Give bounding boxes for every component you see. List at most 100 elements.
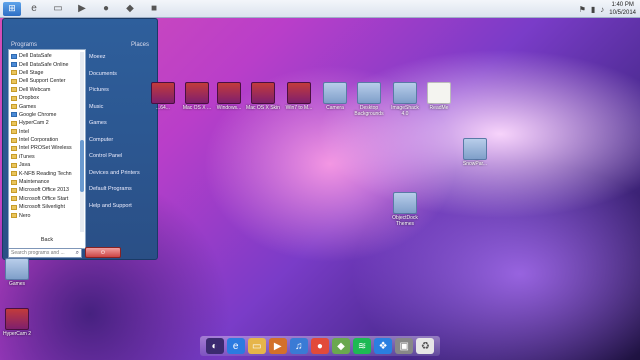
folder-icon [11,120,17,126]
place-item[interactable]: Default Programs [87,181,153,198]
program-item[interactable]: Intel Corporation [11,136,81,144]
doc-icon [427,82,451,104]
back-button[interactable]: Back [11,234,83,246]
start-menu: Programs Places Dell DataSafe Dell DataSa… [2,18,158,260]
desktop-icon[interactable]: Windows... [212,82,246,111]
folder-icon [11,196,17,202]
media-icon: ▶ [78,3,86,14]
place-item[interactable]: Games [87,115,153,132]
folder-icon [323,82,347,104]
places-list: Moeez Documents Pictures Music Games Computer… [87,49,153,214]
program-item[interactable]: HyperCam 2 [11,119,81,127]
place-item[interactable]: Pictures [87,82,153,99]
program-item[interactable]: Dell DataSafe Online [11,60,81,68]
desktop-icon[interactable]: ObjectDock Themes [388,192,422,227]
program-item[interactable]: Java [11,161,81,169]
program-label: Dell DataSafe [19,53,52,60]
program-item[interactable]: Games [11,102,81,110]
taskbar-item-folder[interactable]: ▭ [47,2,69,16]
rar-icon [185,82,209,104]
folder-icon[interactable]: ▭ [247,338,266,354]
program-item[interactable]: Microsoft Office 2013 [11,186,81,194]
program-item[interactable]: Dell Webcam [11,86,81,94]
desktop-icon[interactable]: ReadMe [422,82,456,111]
place-item[interactable]: Help and Support [87,198,153,215]
place-item[interactable]: Computer [87,132,153,149]
network-icon[interactable]: ▮ [591,5,595,14]
desktop-icon-label: Desktop Backgrounds [354,105,384,117]
desktop-icon[interactable]: Mac OS X Skin [246,82,280,111]
desktop-icon-label: ReadMe [429,105,449,111]
taskbar-item-app[interactable]: ◆ [119,2,141,16]
program-label: Intel Corporation [19,137,59,144]
program-label: Maintenance [19,179,50,186]
programs-scrollbar[interactable] [80,52,84,232]
program-item[interactable]: iTunes [11,153,81,161]
program-item[interactable]: Microsoft Silverlight [11,203,81,211]
folder-icon [11,87,17,93]
program-item[interactable]: Microsoft Office Start [11,195,81,203]
start-button[interactable]: ⊞ [3,1,21,16]
taskbar-item-media[interactable]: ▶ [71,2,93,16]
desktop-icon[interactable]: ...64... [146,82,180,111]
taskbar-item-chrome[interactable]: ● [95,2,117,16]
dropbox-icon[interactable]: ❖ [374,338,393,354]
clock-time: 1:40 PM [611,2,634,8]
folder-icon [11,179,17,185]
folder-icon [11,62,17,68]
scrollbar-thumb[interactable] [80,140,84,192]
place-item[interactable]: Moeez [87,49,153,66]
desktop-icon[interactable]: Desktop Backgrounds [352,82,386,117]
program-label: iTunes [19,153,35,160]
place-item[interactable]: Devices and Printers [87,165,153,182]
dock: ◐ e ▭ ▶ ♫ ● ◆ ≋ ❖ ▣ ♻ [200,336,440,356]
program-label: Java [19,162,31,169]
program-item[interactable]: K-NFB Reading Techn [11,169,81,177]
search-placeholder: Search programs and ... [11,250,65,256]
flag-icon[interactable]: ⚑ [579,5,586,14]
media-icon[interactable]: ▶ [268,338,287,354]
desktop-icon[interactable]: Win7 to M... [282,82,316,111]
skin-icon[interactable]: ▣ [395,338,414,354]
desktop-icon[interactable]: Games [0,258,34,287]
folder-icon [11,53,17,59]
clock[interactable]: 1:40 PM 10/5/2014 [609,1,636,17]
program-label: K-NFB Reading Techn [19,170,72,177]
program-item[interactable]: Google Chrome [11,111,81,119]
shutdown-button[interactable]: ⏻ [85,247,121,258]
desktop-icon-label: Windows... [216,105,242,111]
program-item[interactable]: Dell Stage [11,69,81,77]
program-label: Games [19,103,37,110]
program-item[interactable]: Dell DataSafe [11,52,81,60]
desktop-icon[interactable]: ImageShack 4.0 [388,82,422,117]
ie-icon[interactable]: e [226,338,245,354]
desktop-icon[interactable]: SnowPar... [458,138,492,167]
program-label: Microsoft Office 2013 [19,187,69,194]
program-label: Dell Stage [19,69,44,76]
place-item[interactable]: Music [87,99,153,116]
desktop-icon-label: Win7 to M... [285,105,313,111]
program-item[interactable]: Intel PROSet Wireless [11,144,81,152]
program-item[interactable]: Dell Support Center [11,77,81,85]
itunes-icon[interactable]: ♫ [289,338,308,354]
program-item[interactable]: Maintenance [11,178,81,186]
taskbar-item-explorer[interactable]: e [23,2,45,16]
trash-icon[interactable]: ♻ [416,338,435,354]
desktop-icon[interactable]: Mac OS X ... [180,82,214,111]
app-icon[interactable]: ◆ [332,338,350,354]
rar-icon [251,82,275,104]
desktop-icon[interactable]: HyperCam 2 [0,308,34,337]
program-item[interactable]: Dropbox [11,94,81,102]
power-icon: ⏻ [101,249,105,256]
search-input[interactable]: Search programs and ... ⌕ [8,248,82,258]
place-item[interactable]: Control Panel [87,148,153,165]
volume-icon[interactable]: ♪ [600,5,604,14]
place-item[interactable]: Documents [87,66,153,83]
program-item[interactable]: Intel [11,128,81,136]
desktop-icon[interactable]: Camera [318,82,352,111]
dock-app-icon[interactable]: ◐ [205,338,224,354]
chrome-icon[interactable]: ● [310,338,329,354]
spotify-icon[interactable]: ≋ [353,338,372,354]
program-item[interactable]: Nero [11,211,81,219]
taskbar-item-app2[interactable]: ■ [143,2,165,16]
